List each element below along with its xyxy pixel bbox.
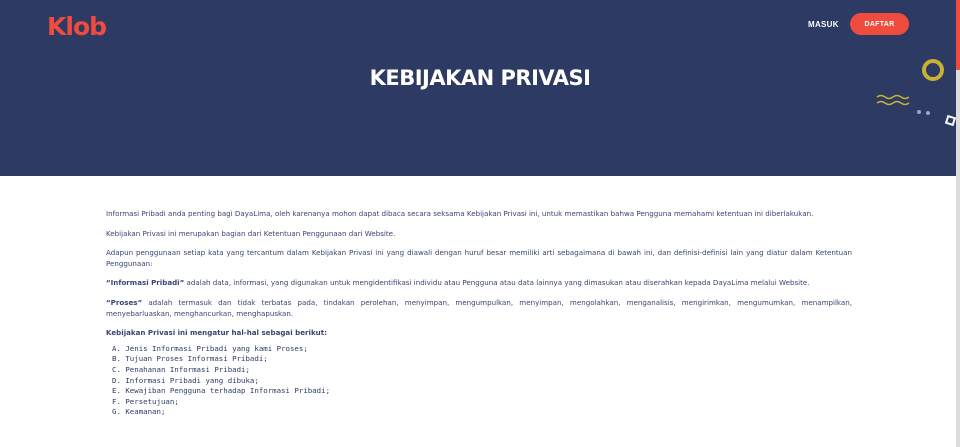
list-item: G. Keamanan;: [112, 407, 166, 417]
register-button[interactable]: DAFTAR: [850, 13, 909, 35]
login-link[interactable]: MASUK: [808, 20, 839, 29]
dot-decoration-icon: [926, 111, 930, 115]
page-title: KEBIJAKAN PRIVASI: [369, 66, 591, 90]
list-item: D. Informasi Pribadi yang dibuka;: [112, 375, 259, 385]
list-item: F. Persetujuan;: [112, 396, 179, 406]
list-intro: Kebijakan Privasi ini mengatur hal-hal s…: [106, 328, 852, 339]
list-item: B. Tujuan Proses Informasi Pribadi;: [112, 354, 268, 364]
list-item: E. Kewajiban Pengguna terhadap Informasi…: [112, 386, 331, 396]
definition-term: “Proses”: [106, 297, 143, 307]
list-intro-text: Kebijakan Privasi ini mengatur hal-hal s…: [106, 328, 327, 338]
definition-text: adalah termasuk dan tidak terbatas pada,…: [106, 297, 852, 318]
scrollbar-thumb[interactable]: [956, 0, 960, 70]
terms-paragraph: Kebijakan Privasi ini merupakan bagian d…: [106, 228, 396, 238]
square-decoration-icon: [944, 114, 957, 127]
definition-text: adalah data, informasi, yang digunakan u…: [184, 278, 810, 288]
dot-decoration-icon: [917, 110, 921, 114]
klob-logo[interactable]: Klob: [47, 12, 107, 41]
wave-decoration-icon: [876, 94, 910, 106]
definition-personal-info: “Informasi Pribadi” adalah data, informa…: [106, 278, 852, 289]
definition-term: “Informasi Pribadi”: [106, 278, 185, 288]
intro-paragraph: Informasi Pribadi anda penting bagi Daya…: [106, 209, 814, 218]
list-item: A. Jenis Informasi Pribadi yang kami Pro…: [112, 343, 308, 353]
privacy-content: Informasi Pribadi anda penting bagi Daya…: [106, 209, 852, 418]
ring-decoration-icon: [922, 59, 944, 81]
list-item: C. Penahanan Informasi Pribadi;: [112, 364, 250, 374]
hero-banner: Klob MASUK DAFTAR KEBIJAKAN PRIVASI: [0, 0, 960, 176]
definition-process: “Proses” adalah termasuk dan tidak terba…: [106, 298, 852, 319]
definitions-paragraph: Adapun penggunaan setiap kata yang terca…: [106, 248, 852, 268]
topics-list: A. Jenis Informasi Pribadi yang kami Pro…: [112, 344, 852, 418]
